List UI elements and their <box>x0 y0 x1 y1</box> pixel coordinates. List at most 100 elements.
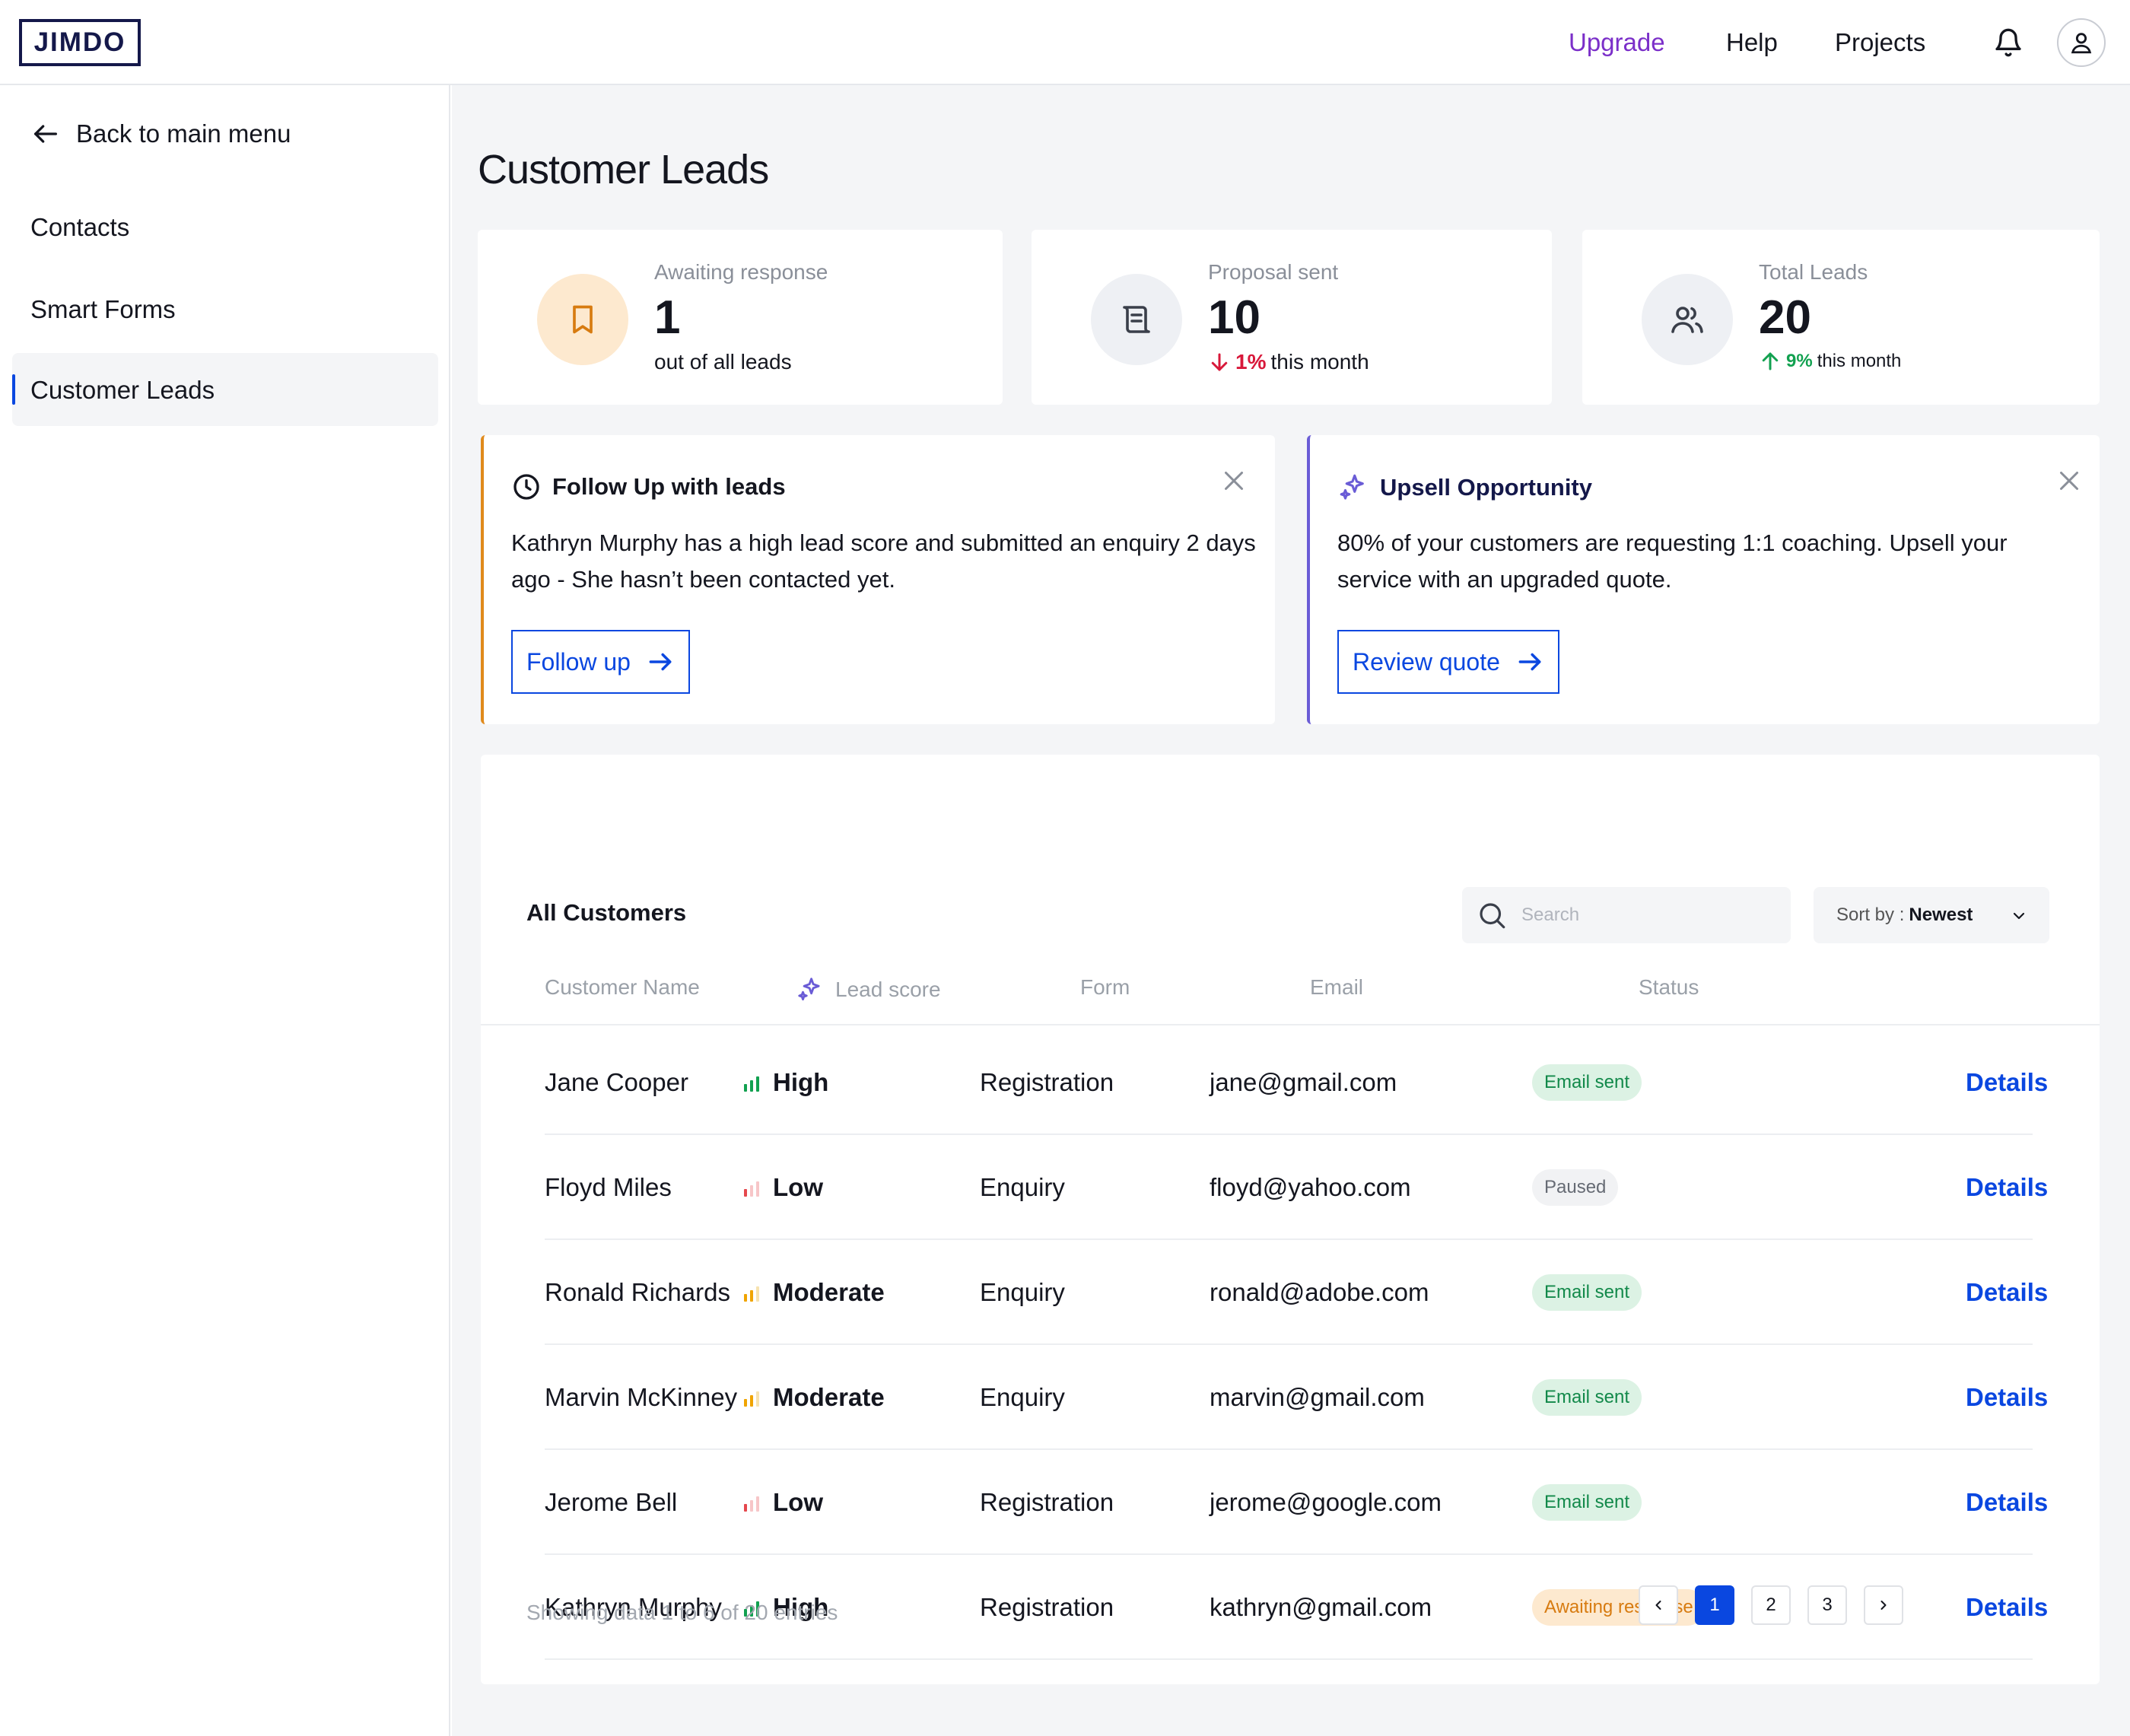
status-badge: Email sent <box>1532 1379 1642 1416</box>
lead-score: Low <box>744 1135 823 1240</box>
customer-email: ronald@adobe.com <box>1210 1278 1429 1306</box>
table-row[interactable]: Ronald Richards Moderate Enquiry ronald@… <box>545 1240 2048 1345</box>
chevron-right-icon <box>1880 1601 1887 1610</box>
stat-sub-text: out of all leads <box>654 350 792 374</box>
lead-score-label: Low <box>773 1173 823 1201</box>
follow-up-button[interactable]: Follow up <box>511 630 690 694</box>
alert-text: Kathryn Murphy has a high lead score and… <box>511 529 1256 593</box>
lead-score: High <box>744 1030 828 1135</box>
stat-sub-text: this month <box>1270 350 1369 374</box>
stat-label: Total Leads <box>1759 260 1868 284</box>
stat-card-total: Total Leads 20 9% this month <box>1582 230 2100 405</box>
arrow-right-icon <box>1518 653 1541 671</box>
alert-title-text: Follow Up with leads <box>552 473 786 500</box>
chevron-left-icon <box>1655 1601 1661 1610</box>
form-type: Enquiry <box>980 1278 1065 1306</box>
chevron-down-icon <box>2013 912 2025 920</box>
table-title: All Customers <box>526 899 687 926</box>
button-label: Follow up <box>526 647 631 676</box>
arrow-right-icon <box>649 653 672 671</box>
search-box[interactable] <box>1462 887 1791 943</box>
signal-bars-icon <box>744 1496 759 1512</box>
alert-title: Follow Up with leads <box>511 472 786 502</box>
close-icon[interactable] <box>2055 467 2083 494</box>
details-link[interactable]: Details <box>1966 1135 2048 1240</box>
stat-value: 1 <box>654 291 681 344</box>
details-link[interactable]: Details <box>1966 1555 2048 1660</box>
customer-email: jane@gmail.com <box>1210 1068 1397 1096</box>
user-icon[interactable] <box>2057 18 2106 67</box>
sidebar-item-label: Customer Leads <box>30 376 215 404</box>
lead-score: Low <box>744 1450 823 1555</box>
bell-icon[interactable] <box>1993 27 2024 58</box>
table-row[interactable]: Floyd Miles Low Enquiry floyd@yahoo.com … <box>545 1135 2048 1240</box>
stat-label: Proposal sent <box>1208 260 1339 284</box>
lead-score-label: Low <box>773 1488 823 1516</box>
page-button-2[interactable]: 2 <box>1751 1585 1791 1625</box>
signal-bars-icon <box>744 1391 759 1407</box>
details-link[interactable]: Details <box>1966 1030 2048 1135</box>
nav-help-link[interactable]: Help <box>1726 24 1778 61</box>
nav-projects-link[interactable]: Projects <box>1835 24 1925 61</box>
follow-up-alert: Follow Up with leads Kathryn Murphy has … <box>481 435 1275 724</box>
form-type: Enquiry <box>980 1383 1065 1411</box>
details-link[interactable]: Details <box>1966 1450 2048 1555</box>
status-badge: Email sent <box>1532 1484 1642 1521</box>
status-cell: Email sent <box>1532 1030 1642 1135</box>
status-badge: Paused <box>1532 1169 1619 1206</box>
signal-bars-icon <box>744 1076 759 1092</box>
lead-score-label: High <box>773 1068 829 1096</box>
stat-value: 20 <box>1759 291 1811 344</box>
close-icon[interactable] <box>1220 467 1248 494</box>
stat-card-proposal: Proposal sent 10 1% this month <box>1032 230 1552 405</box>
signal-bars-icon <box>744 1181 759 1197</box>
column-header-lead-score[interactable]: Lead score <box>796 975 941 1004</box>
column-header-email[interactable]: Email <box>1310 975 1363 1000</box>
column-header-label: Lead score <box>835 978 941 1001</box>
sidebar: Back to main menu Contacts Smart Forms C… <box>0 85 450 1736</box>
back-label: Back to main menu <box>76 119 291 148</box>
details-link[interactable]: Details <box>1966 1345 2048 1450</box>
active-indicator <box>12 374 15 405</box>
page-button-3[interactable]: 3 <box>1807 1585 1847 1625</box>
customer-email: jerome@google.com <box>1210 1488 1442 1516</box>
sort-dropdown[interactable]: Sort by : Newest <box>1814 887 2049 943</box>
column-header-status[interactable]: Status <box>1639 975 1699 1000</box>
table-row[interactable]: Jane Cooper High Registration jane@gmail… <box>545 1030 2048 1135</box>
customer-name: Ronald Richards <box>545 1278 730 1306</box>
status-badge: Email sent <box>1532 1064 1642 1101</box>
details-link[interactable]: Details <box>1966 1240 2048 1345</box>
stat-label: Awaiting response <box>654 260 828 284</box>
form-type: Registration <box>980 1593 1114 1621</box>
main-content: Customer Leads Awaiting response 1 out o… <box>452 85 2130 1736</box>
page-title: Customer Leads <box>478 147 769 192</box>
status-badge: Awaiting response <box>1532 1589 1706 1626</box>
previous-page-button[interactable] <box>1639 1585 1678 1625</box>
next-page-button[interactable] <box>1864 1585 1903 1625</box>
back-to-main-menu[interactable]: Back to main menu <box>30 119 291 149</box>
status-cell: Awaiting response <box>1532 1555 1706 1660</box>
arrow-up-icon <box>1762 352 1779 370</box>
sidebar-item-contacts[interactable]: Contacts <box>30 213 129 242</box>
table-row[interactable]: Jerome Bell Low Registration jerome@goog… <box>545 1450 2048 1555</box>
scroll-icon <box>1091 274 1182 365</box>
column-header-form[interactable]: Form <box>1080 975 1130 1000</box>
pagination-summary: Showing data 1 to 6 of 20 entries <box>526 1601 838 1624</box>
jimdo-logo[interactable]: JIMDO <box>19 19 141 66</box>
customer-email: marvin@gmail.com <box>1210 1383 1425 1411</box>
page-button-1[interactable]: 1 <box>1695 1585 1734 1625</box>
customer-name: Jerome Bell <box>545 1488 678 1516</box>
clock-icon <box>513 474 539 500</box>
column-header-name[interactable]: Customer Name <box>545 975 700 1000</box>
sidebar-item-customer-leads[interactable]: Customer Leads <box>12 353 438 426</box>
lead-score-label: Moderate <box>773 1278 885 1306</box>
lead-score-label: Moderate <box>773 1383 885 1411</box>
stat-delta: 9% <box>1786 351 1813 371</box>
stat-sub-text: this month <box>1817 351 1902 371</box>
search-input[interactable] <box>1521 905 1750 926</box>
sidebar-item-smart-forms[interactable]: Smart Forms <box>30 295 176 324</box>
table-row[interactable]: Marvin McKinney Moderate Enquiry marvin@… <box>545 1345 2048 1450</box>
review-quote-button[interactable]: Review quote <box>1337 630 1559 694</box>
customer-name: Jane Cooper <box>545 1068 688 1096</box>
nav-upgrade-link[interactable]: Upgrade <box>1569 24 1665 61</box>
